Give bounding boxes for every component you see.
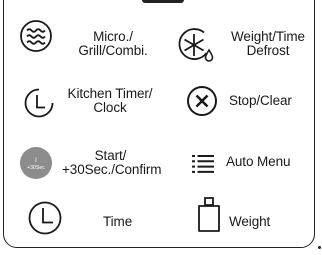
label-line: Grill/Combi. [78,42,148,58]
label-line: Micro./ [93,29,133,44]
snowflake-drop-icon [178,28,214,62]
time-button[interactable]: Time [0,195,160,245]
stop-clear-label: Stop/Clear [229,94,317,108]
clock-icon [28,201,62,235]
weight-label: Weight [229,215,309,229]
scale-weight-icon [198,197,220,232]
label-line: Defrost [246,42,290,58]
microwave-waves-icon [20,20,52,52]
label-line: Weight [229,214,271,229]
start-30sec-confirm-button[interactable]: I +30Sec Start/ +30Sec./Confirm [0,140,162,185]
weight-time-defrost-button[interactable]: Weight/Time Defrost [160,0,320,70]
label-line: Stop/Clear [229,93,292,108]
auto-menu-button[interactable]: Auto Menu [160,140,320,185]
kitchen-timer-clock-button[interactable]: Kitchen Timer/ Clock [0,80,160,125]
start-30sec-confirm-label: Start/ +30Sec./Confirm [62,148,162,177]
timer-icon [24,88,54,118]
stop-clear-button[interactable]: Stop/Clear [160,80,320,125]
label-line: Weight/Time [231,29,305,44]
label-line: Auto Menu [226,154,291,169]
weight-time-defrost-label: Weight/Time Defrost [220,30,316,57]
auto-menu-label: Auto Menu [226,155,316,169]
list-menu-icon [192,155,214,173]
micro-grill-combi-button[interactable]: Micro./ Grill/Combi. [0,0,160,70]
panel-corner-mark [318,246,321,249]
label-line: Start/ [94,148,127,163]
time-label: Time [103,215,153,229]
weight-button[interactable]: Weight [160,195,320,245]
start-button-icon: I +30Sec [20,147,52,179]
label-line: Time [103,214,133,229]
start-icon-subtext: +30Sec [27,165,45,171]
stop-x-icon [187,86,217,116]
kitchen-timer-clock-label: Kitchen Timer/ Clock [62,87,158,114]
label-line: Clock [93,99,127,115]
micro-grill-combi-label: Micro./ Grill/Combi. [68,30,158,57]
label-line: +30Sec./Confirm [62,161,162,177]
label-line: Kitchen Timer/ [67,86,153,101]
